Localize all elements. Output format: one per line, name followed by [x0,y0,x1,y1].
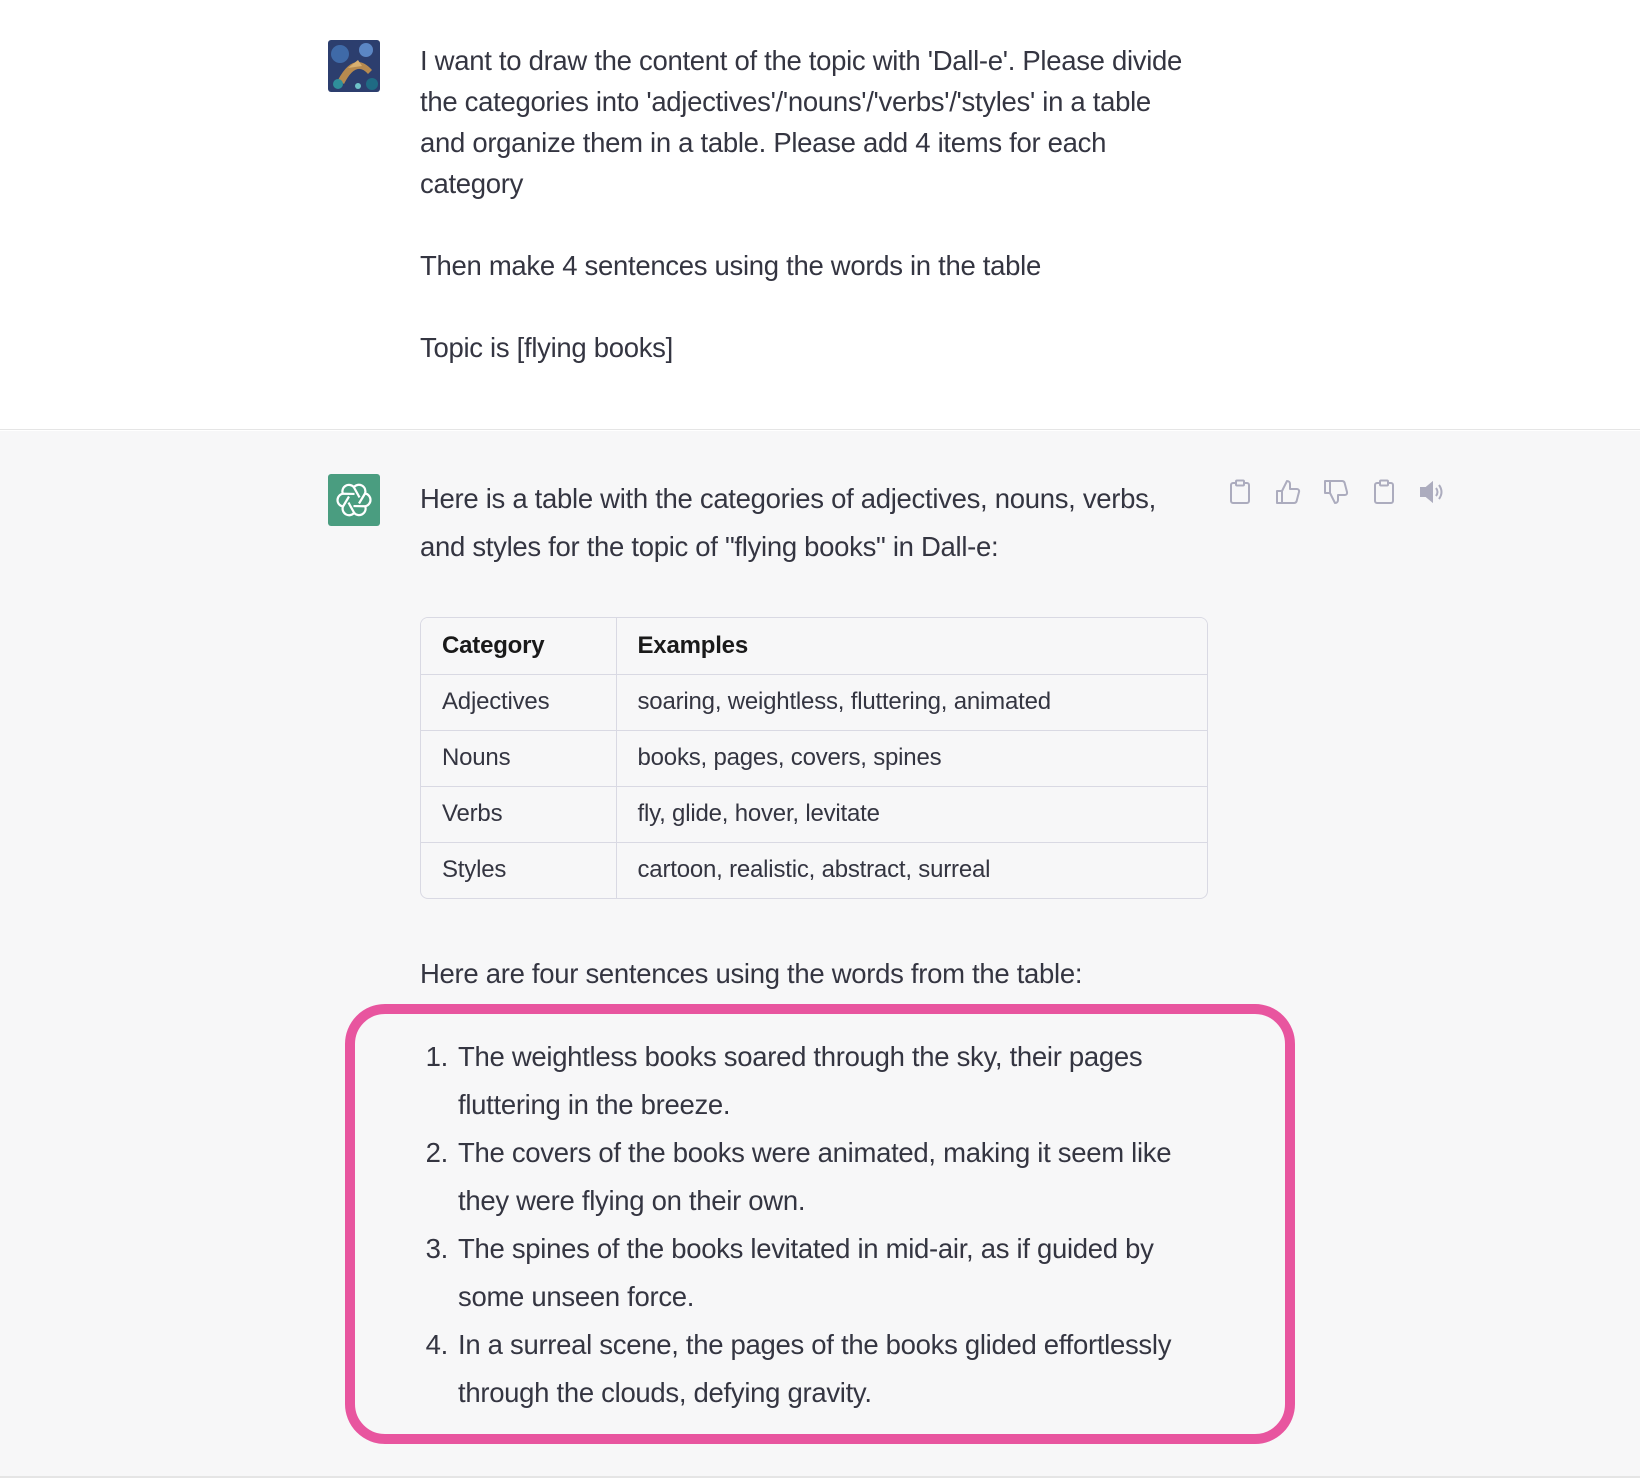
user-paragraph: Topic is [flying books] [420,332,673,363]
user-avatar [328,40,380,92]
list-item: 4. In a surreal scene, the pages of the … [410,1321,1210,1417]
list-item: 3. The spines of the books levitated in … [410,1225,1210,1321]
table-row: Verbs fly, glide, hover, levitate [421,786,1207,843]
message-actions [1226,478,1446,506]
user-message-text: I want to draw the content of the topic … [420,40,1200,368]
table-row: Styles cartoon, realistic, abstract, sur… [421,842,1207,898]
clipboard-icon[interactable] [1370,478,1398,506]
table-cell-examples: cartoon, realistic, abstract, surreal [637,856,991,884]
assistant-intro: Here is a table with the categories of a… [420,483,1156,562]
speaker-icon[interactable] [1418,478,1446,506]
table-cell-examples: fly, glide, hover, levitate [616,786,1207,843]
list-number: 3. [425,1233,449,1264]
list-text: The weightless books soared through the … [458,1041,1143,1120]
list-number: 4. [425,1329,449,1360]
list-text: In a surreal scene, the pages of the boo… [458,1329,1172,1408]
thumbs-up-icon[interactable] [1274,478,1302,506]
table-row: Adjectives soaring, weightless, flutteri… [421,674,1207,731]
table-header: Examples [616,618,1207,675]
copy-icon[interactable] [1226,478,1254,506]
table-cell-category: Styles [421,842,617,898]
chatgpt-logo-icon [328,474,380,526]
list-text: The spines of the books levitated in mid… [458,1233,1154,1312]
list-item: 2. The covers of the books were animated… [410,1129,1210,1225]
list-number: 1. [425,1041,449,1072]
list-item: 1. The weightless books soared through t… [410,1033,1210,1129]
thumbs-down-icon[interactable] [1322,478,1350,506]
sentence-list: 1. The weightless books soared through t… [410,1033,1210,1417]
table-cell-category: Nouns [421,730,617,787]
user-paragraph: Then make 4 sentences using the words in… [420,250,1041,281]
table-cell-examples: soaring, weightless, fluttering, animate… [616,674,1207,731]
table-cell-category: Adjectives [421,674,617,731]
list-number: 2. [425,1137,449,1168]
list-text: The covers of the books were animated, m… [458,1137,1172,1216]
user-paragraph: I want to draw the content of the topic … [420,45,1183,199]
table-row: Nouns books, pages, covers, spines [421,730,1207,787]
table-cell-category: Verbs [421,786,617,843]
user-message: I want to draw the content of the topic … [0,0,1640,430]
categories-table: Category Examples Adjectives soaring, we… [420,617,1208,899]
table-header-row: Category Examples [421,618,1207,675]
table-header: Category [421,618,617,675]
assistant-outro: Here are four sentences using the words … [420,958,1083,989]
table-cell-examples: books, pages, covers, spines [616,730,1207,787]
